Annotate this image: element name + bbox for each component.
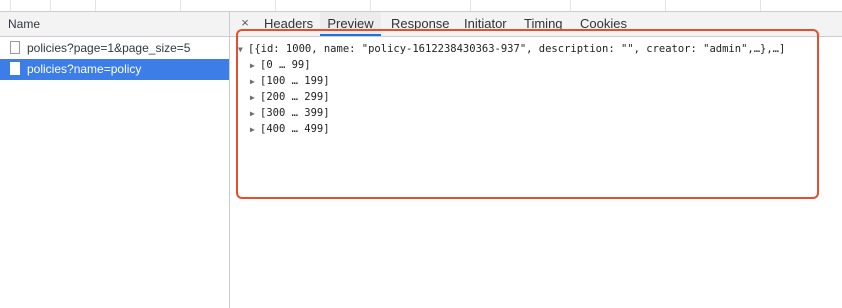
devtools-network-panel: Name policies?page=1&page_size=5 policie… [0, 0, 842, 308]
tree-group-label: [200 … 299] [260, 91, 330, 103]
name-column-header[interactable]: Name [0, 12, 229, 37]
tree-group-row[interactable]: ▶ [0 … 99] [250, 57, 311, 73]
detail-tabbar: × Headers Preview Response Initiator Tim… [230, 12, 842, 37]
tree-group-label: [300 … 399] [260, 107, 330, 119]
tab-response[interactable]: Response [391, 12, 453, 36]
request-label: policies?name=policy [27, 62, 142, 76]
timeline-strip [0, 0, 842, 12]
document-icon [10, 41, 20, 54]
triangle-down-icon[interactable]: ▼ [238, 42, 248, 58]
triangle-right-icon[interactable]: ▶ [250, 74, 260, 90]
tree-group-label: [0 … 99] [260, 59, 311, 71]
document-icon [10, 62, 20, 75]
triangle-right-icon[interactable]: ▶ [250, 90, 260, 106]
triangle-right-icon[interactable]: ▶ [250, 58, 260, 74]
tree-group-row[interactable]: ▶ [300 … 399] [250, 105, 330, 121]
tree-group-row[interactable]: ▶ [200 … 299] [250, 89, 330, 105]
triangle-right-icon[interactable]: ▶ [250, 122, 260, 138]
tree-group-label: [100 … 199] [260, 75, 330, 87]
tree-root-summary: [{id: 1000, name: "policy-1612238430363-… [248, 43, 786, 55]
tab-cookies[interactable]: Cookies [580, 12, 632, 36]
tab-initiator[interactable]: Initiator [464, 12, 514, 36]
tree-group-row[interactable]: ▶ [400 … 499] [250, 121, 330, 137]
triangle-right-icon[interactable]: ▶ [250, 106, 260, 122]
preview-tree: ▼ [{id: 1000, name: "policy-1612238430363… [230, 37, 842, 308]
request-row-policies-page[interactable]: policies?page=1&page_size=5 [0, 38, 229, 59]
request-list: Name policies?page=1&page_size=5 policie… [0, 12, 230, 308]
request-row-policies-name[interactable]: policies?name=policy [0, 59, 229, 80]
request-label: policies?page=1&page_size=5 [27, 41, 191, 55]
close-icon[interactable]: × [238, 16, 252, 30]
tab-timing[interactable]: Timing [524, 12, 569, 36]
tree-group-row[interactable]: ▶ [100 … 199] [250, 73, 330, 89]
tree-group-label: [400 … 499] [260, 123, 330, 135]
tab-headers[interactable]: Headers [264, 12, 319, 36]
tab-preview[interactable]: Preview [320, 12, 381, 36]
request-detail-pane: × Headers Preview Response Initiator Tim… [230, 12, 842, 308]
tree-root-row[interactable]: ▼ [{id: 1000, name: "policy-1612238430363… [238, 41, 785, 57]
